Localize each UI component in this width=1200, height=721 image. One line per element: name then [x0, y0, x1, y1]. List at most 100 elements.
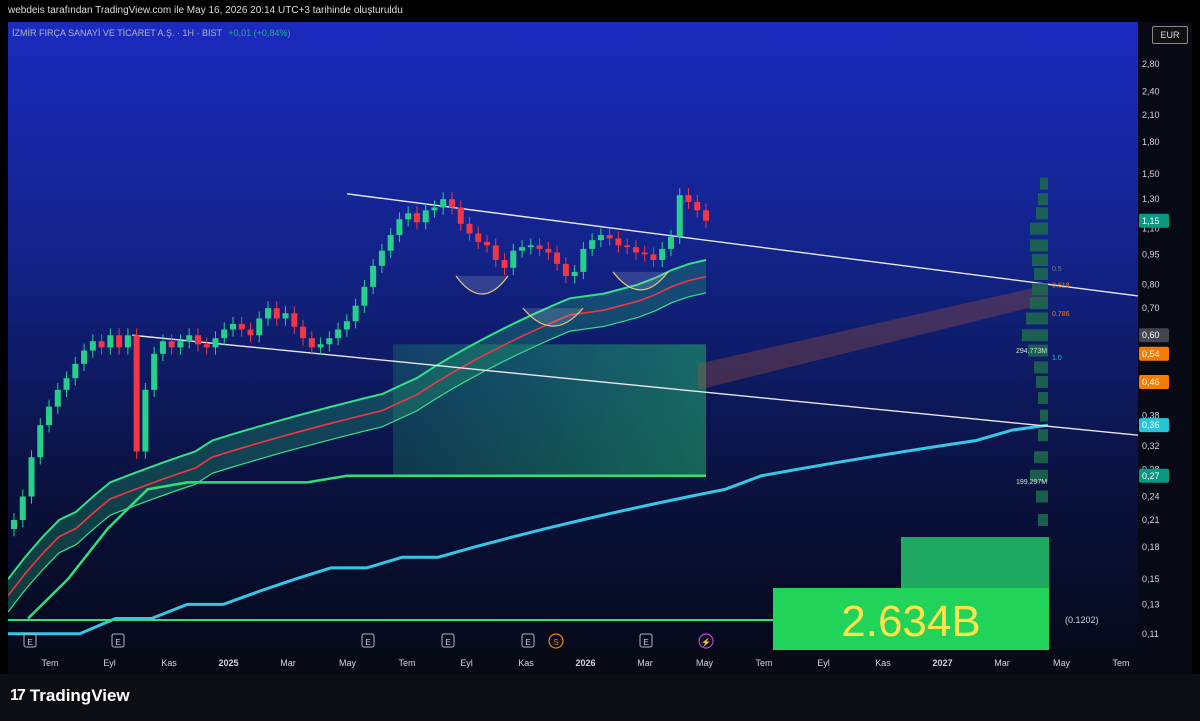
volume-profile-bar: [1038, 193, 1048, 206]
candle: [326, 338, 333, 345]
x-tick-label: 2027: [932, 658, 952, 668]
candle: [685, 195, 692, 202]
y-tick-label: 2,10: [1142, 110, 1160, 120]
x-tick-label: 2025: [218, 658, 238, 668]
x-tick-label: Eyl: [817, 658, 830, 668]
x-tick-label: Mar: [280, 658, 296, 668]
x-tick-label: May: [339, 658, 357, 668]
candle: [510, 250, 517, 268]
y-tick-label: 0,13: [1142, 599, 1160, 609]
candle: [194, 335, 201, 345]
candle: [335, 329, 342, 339]
candle: [545, 248, 552, 253]
candle: [659, 248, 666, 261]
y-tick-label: 0,70: [1142, 303, 1160, 313]
event-marker-label: E: [525, 638, 530, 647]
chart-frame[interactable]: 2.634B (0.1202) 294.773M 199.297M 0.5 0.618 0.…: [8, 22, 1192, 674]
currency-button[interactable]: EUR: [1152, 26, 1188, 44]
x-tick-label: Eyl: [460, 658, 473, 668]
candle: [151, 353, 158, 390]
y-tick-label: 0,95: [1142, 249, 1160, 259]
symbol-legend[interactable]: İZMİR FIRÇA SANAYİ VE TİCARET A.Ş. · 1H …: [12, 28, 290, 38]
candle: [431, 207, 438, 211]
fib-level-label: 0.786: [1052, 311, 1070, 318]
candle: [589, 240, 596, 249]
y-tick-label: 0,11: [1142, 629, 1159, 639]
candle: [694, 201, 701, 211]
candle: [273, 308, 280, 319]
candle: [650, 254, 657, 261]
y-tick-label: 2,80: [1142, 59, 1160, 69]
y-tick-label: 0,15: [1142, 574, 1160, 584]
event-marker-label: E: [27, 638, 32, 647]
price-chart[interactable]: 2.634B (0.1202) 294.773M 199.297M 0.5 0.618 0.…: [8, 22, 1192, 674]
candle: [448, 199, 455, 208]
candle: [440, 199, 447, 208]
candle: [703, 210, 709, 221]
candle: [37, 425, 44, 458]
candle: [387, 235, 394, 251]
candle: [466, 223, 473, 234]
volume-profile-bar: [1022, 329, 1048, 342]
price-label-text: 0,27: [1142, 471, 1160, 481]
candle: [282, 313, 289, 319]
candle: [256, 318, 263, 336]
tradingview-logo[interactable]: 17 TradingView: [10, 686, 130, 706]
candle: [317, 344, 324, 348]
volume-profile-bar: [1038, 392, 1048, 405]
candle: [168, 341, 175, 348]
y-tick-label: 0,80: [1142, 280, 1160, 290]
candle: [124, 335, 131, 348]
x-tick-label: Tem: [398, 658, 415, 668]
candle: [81, 350, 88, 364]
x-tick-label: Kas: [875, 658, 891, 668]
volume-profile-bar: [1034, 267, 1048, 280]
x-tick-label: Tem: [755, 658, 772, 668]
candle: [624, 245, 631, 248]
volume-profile-label: 199.297M: [1016, 479, 1047, 486]
candle: [11, 520, 17, 530]
candle: [116, 335, 123, 348]
x-tick-label: May: [1053, 658, 1071, 668]
x-tick-label: Kas: [161, 658, 177, 668]
tradingview-mark-icon: 17: [10, 687, 26, 704]
volume-profile-bar: [1032, 283, 1048, 296]
price-label-text: 0,36: [1142, 420, 1160, 430]
candle: [343, 321, 350, 330]
x-tick-label: Tem: [41, 658, 58, 668]
candle: [501, 260, 508, 268]
candle: [19, 496, 26, 521]
candle: [352, 305, 359, 322]
volume-profile-bar: [1032, 254, 1048, 267]
time-axis: [8, 650, 1138, 674]
candle: [519, 247, 526, 251]
volume-profile-bar: [1034, 361, 1048, 374]
volume-profile-bar: [1030, 239, 1048, 252]
volume-profile-label: 294.773M: [1016, 348, 1047, 355]
event-marker-label: E: [365, 638, 370, 647]
footer-bar: [0, 674, 1200, 721]
volume-profile-bar: [1038, 514, 1048, 527]
event-marker-label: S: [553, 638, 558, 647]
y-tick-label: 2,40: [1142, 86, 1160, 96]
candle: [676, 195, 683, 237]
candle: [186, 335, 193, 342]
candle: [457, 207, 464, 224]
candle: [89, 341, 96, 351]
candle: [641, 252, 648, 255]
candle: [98, 341, 105, 348]
y-tick-label: 1,30: [1142, 194, 1160, 204]
candle: [615, 238, 622, 246]
candle: [177, 341, 184, 348]
candle: [370, 265, 377, 287]
price-label-text: 0,60: [1142, 330, 1160, 340]
candle: [571, 271, 578, 277]
volume-profile-bar: [1038, 429, 1048, 442]
volume-profile-bar: [1030, 222, 1048, 235]
x-tick-label: Eyl: [103, 658, 116, 668]
y-tick-label: 1,80: [1142, 137, 1160, 147]
y-tick-label: 0,32: [1142, 441, 1160, 451]
candle: [405, 213, 412, 220]
volume-profile-bar: [1030, 297, 1048, 310]
x-tick-label: Mar: [994, 658, 1010, 668]
